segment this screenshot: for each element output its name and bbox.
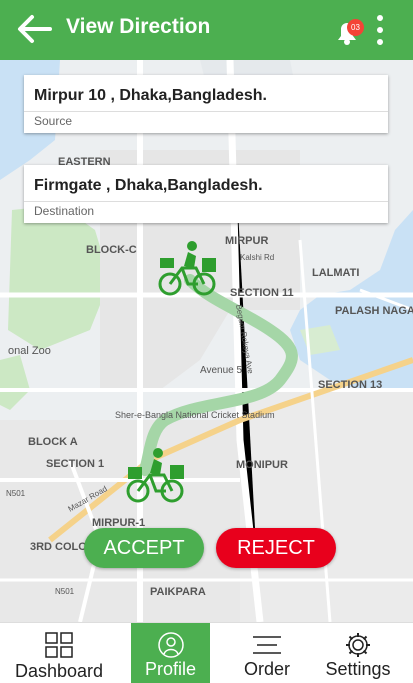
map-label: 3RD COLO <box>30 541 87 553</box>
destination-label: Destination <box>34 204 95 218</box>
tab-dashboard[interactable]: Dashboard <box>0 623 118 683</box>
tab-order[interactable]: Order <box>226 623 308 683</box>
source-card[interactable]: Mirpur 10 , Dhaka,Bangladesh. Source <box>24 75 388 133</box>
map-label: PALASH NAGAR <box>335 305 413 317</box>
destination-address: Firmgate , Dhaka,Bangladesh. <box>34 177 263 194</box>
source-label: Source <box>34 114 73 128</box>
user-icon <box>157 632 184 658</box>
map-label: Avenue 5 <box>200 365 243 376</box>
map-label: LALMATI <box>312 267 359 279</box>
map-label: N501 <box>55 587 75 596</box>
map-label: MONIPUR <box>236 459 288 471</box>
destination-card[interactable]: Firmgate , Dhaka,Bangladesh. Destination <box>24 165 388 223</box>
menu-icon <box>253 636 281 654</box>
bike-pin-source-icon[interactable] <box>158 238 218 298</box>
map-canvas: EASTERN BLOCK-C MIRPUR LALMATI SECTION 1… <box>0 60 413 622</box>
map-label: N501 <box>6 489 26 498</box>
map-label: Sher-e-Bangla National Cricket Stadium <box>115 410 275 420</box>
notification-badge: 03 <box>347 19 364 36</box>
bottom-tab-bar: Dashboard Profile Order Settings <box>0 622 413 683</box>
accept-button[interactable]: ACCEPT <box>84 528 204 568</box>
divider <box>24 201 388 202</box>
tab-profile[interactable]: Profile <box>131 623 210 683</box>
map-label: SECTION 1 <box>46 458 104 470</box>
map-label: BLOCK A <box>28 436 78 448</box>
map-label: SECTION 13 <box>318 379 382 391</box>
map-label: onal Zoo <box>8 345 51 357</box>
map-label: BLOCK-C <box>86 244 137 256</box>
map-label: PAIKPARA <box>150 586 206 598</box>
map-label: MIRPUR <box>225 235 268 247</box>
tab-label: Profile <box>144 659 197 679</box>
page-title: View Direction <box>66 15 211 38</box>
tab-settings[interactable]: Settings <box>318 623 398 683</box>
app-bar: View Direction 03 <box>0 0 413 60</box>
tab-label: Settings <box>325 659 391 679</box>
source-address: Mirpur 10 , Dhaka,Bangladesh. <box>34 87 267 104</box>
divider <box>24 111 388 112</box>
grid-icon <box>45 632 73 658</box>
tab-label: Order <box>243 659 290 679</box>
gear-icon <box>346 633 370 657</box>
back-arrow-icon[interactable] <box>14 12 54 46</box>
map-view[interactable]: EASTERN BLOCK-C MIRPUR LALMATI SECTION 1… <box>0 60 413 622</box>
map-label: SECTION 11 <box>230 287 294 299</box>
map-label: Kalshi Rd <box>240 253 274 262</box>
reject-button[interactable]: REJECT <box>216 528 336 568</box>
bike-pin-destination-icon[interactable] <box>126 445 186 505</box>
more-vert-icon[interactable] <box>372 12 388 48</box>
tab-label: Dashboard <box>14 661 104 681</box>
